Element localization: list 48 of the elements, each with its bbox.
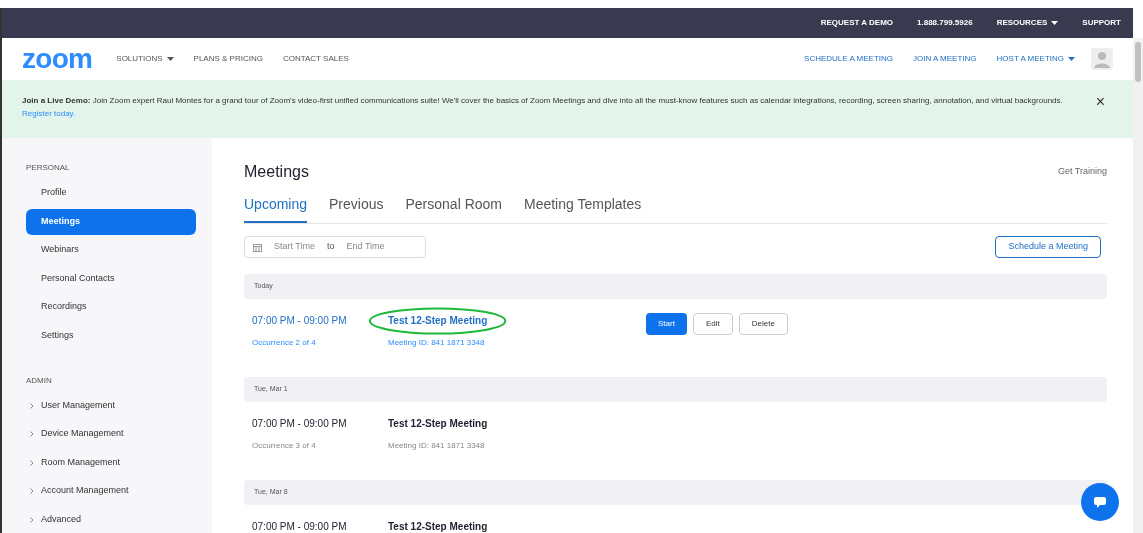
occurrence-text: Occurrence 2 of 4 [252,337,317,349]
occurrence-text: Occurrence 3 of 4 [252,440,317,452]
tab[interactable]: Personal Room [405,194,502,223]
nav-action-link[interactable]: JOIN A MEETING [913,53,977,65]
schedule-meeting-button[interactable]: Schedule a Meeting [995,236,1101,258]
nav-action-link[interactable]: SCHEDULE A MEETING [804,53,893,65]
tab[interactable]: Previous [329,194,384,223]
training-link[interactable]: Get Training [1057,165,1107,179]
section-title: PERSONAL [26,162,71,174]
meeting-time: 07:00 PM - 09:00 PM [252,315,348,327]
meeting-action-button[interactable]: Delete [738,313,788,335]
top-bar-link[interactable]: 1.888.799.5926 [917,17,973,29]
sidebar-item[interactable]: Meetings [26,208,196,235]
sidebar-item[interactable]: Advanced [26,506,196,533]
section-title: ADMIN [26,374,53,387]
meeting-action-button[interactable]: Start [646,313,687,335]
sidebar-item[interactable]: Profile [26,180,196,206]
meeting-topic-link[interactable]: Test 12-Step Meeting [388,521,488,533]
range-separator: to [327,240,335,254]
end-time-placeholder: End Time [346,240,385,254]
tab[interactable]: Upcoming [244,194,308,223]
meeting-time: 07:00 PM - 09:00 PM [252,521,348,533]
meeting-id: Meeting ID: 841 1871 3348 [388,440,486,452]
nav-link[interactable]: CONTACT SALES [282,53,349,65]
nav-link[interactable]: PLANS & PRICING [193,53,263,65]
nav-link[interactable]: SOLUTIONS [116,53,174,65]
start-time-placeholder: Start Time [274,240,315,254]
sidebar-item[interactable]: Settings [26,322,196,349]
page-title: Meetings [244,162,309,182]
sidebar-item[interactable]: Recordings [26,294,196,320]
sidebar-item[interactable]: Room Management [26,449,196,476]
sidebar-item[interactable]: Webinars [26,237,196,263]
tab[interactable]: Meeting Templates [524,194,642,223]
meeting-time: 07:00 PM - 09:00 PM [252,418,348,430]
top-bar-link[interactable]: RESOURCES [996,17,1059,29]
meeting-topic-link[interactable]: Test 12-Step Meeting [388,418,488,430]
date-range-field[interactable]: Start Time to End Time [244,236,426,258]
close-button[interactable]: × [1095,94,1105,110]
sidebar-item[interactable]: Account Management [26,478,196,504]
top-bar-link[interactable]: REQUEST A DEMO [820,17,894,29]
sidebar-item[interactable]: Personal Contacts [26,265,196,292]
sidebar-item[interactable]: Device Management [26,421,196,447]
banner-text: Join a Live Demo: Join Zoom expert Raul Montes for a grand tour of Zoom's video-first unified communications suite! We'll cover the basics of Zoom Meetings and dive into all the must-know features such as calendar integrations, recording, screen sharing, annotation, and virtual backgrounds. Register today. [22,95,1064,120]
meeting-id: Meeting ID: 841 1871 3348 [388,337,486,349]
top-bar-link[interactable]: SUPPORT [1082,17,1121,29]
meeting-action-button[interactable]: Edit [692,313,733,335]
sidebar-item[interactable]: User Management [26,392,196,419]
nav-action-link[interactable]: HOST A MEETING [996,53,1075,65]
